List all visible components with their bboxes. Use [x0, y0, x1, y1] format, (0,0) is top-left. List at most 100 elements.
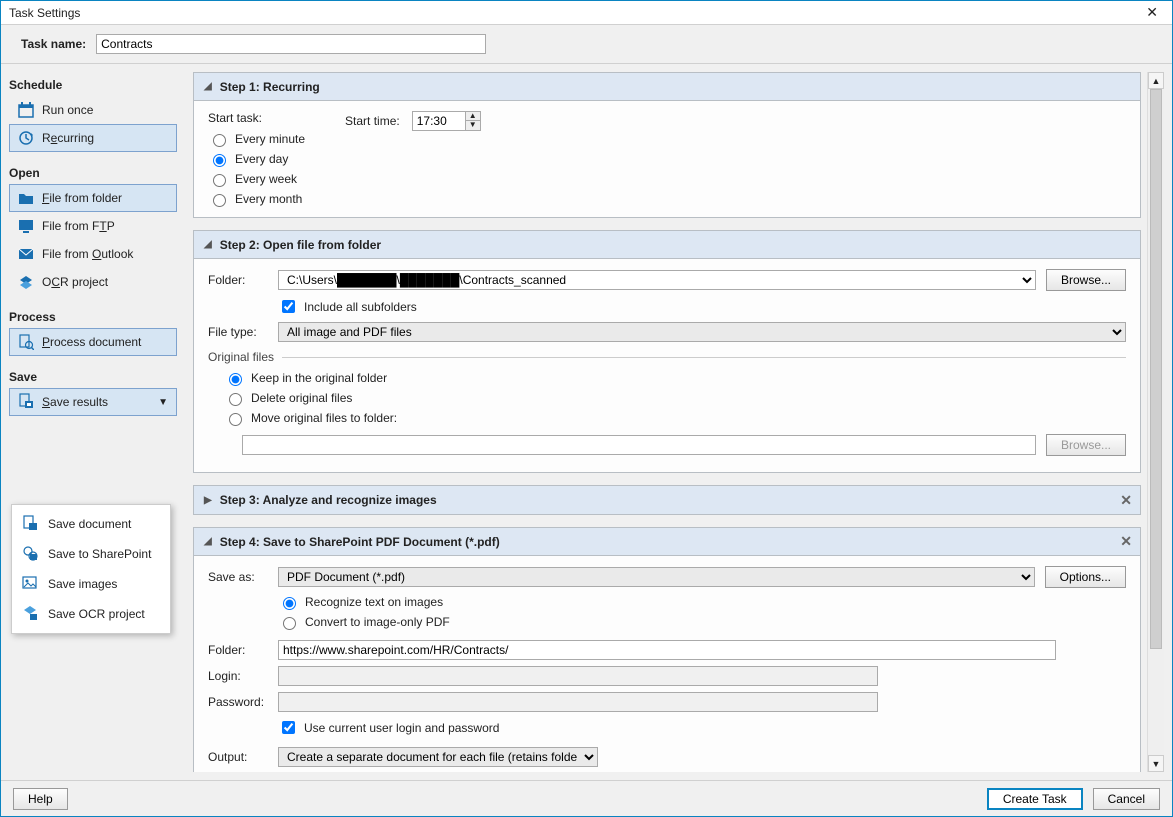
save-document-icon	[22, 515, 38, 534]
mail-icon	[18, 246, 34, 262]
sidebar-item-label: Run once	[42, 103, 93, 117]
sharepoint-folder-input[interactable]	[278, 640, 1056, 660]
menu-item-save-document[interactable]: Save document	[12, 509, 170, 539]
radio-every-month[interactable]: Every month	[208, 191, 305, 207]
save-as-label: Save as:	[208, 570, 278, 584]
task-name-input[interactable]	[96, 34, 486, 54]
scrollbar-thumb[interactable]	[1150, 89, 1162, 649]
sidebar-item-label: OCR project	[42, 275, 108, 289]
collapse-icon: ◢	[204, 81, 212, 92]
scrollbar-track[interactable]	[1148, 89, 1164, 755]
close-step-icon[interactable]: ✕	[1120, 533, 1132, 550]
sidebar-group-process: Process	[9, 310, 177, 324]
sidebar-item-file-from-outlook[interactable]: File from Outlook	[9, 240, 177, 268]
panel-step4: ◢ Step 4: Save to SharePoint PDF Documen…	[193, 527, 1141, 772]
menu-item-save-sharepoint[interactable]: Save to SharePoint	[12, 539, 170, 569]
menu-item-save-images[interactable]: Save images	[12, 569, 170, 599]
sidebar-item-process-document[interactable]: Process document	[9, 328, 177, 356]
radio-delete-original[interactable]: Delete original files	[224, 390, 1126, 406]
save-icon	[18, 393, 34, 412]
spin-down-icon[interactable]: ▼	[466, 121, 480, 130]
titlebar: Task Settings ✕	[1, 1, 1172, 25]
password-label: Password:	[208, 695, 278, 709]
login-label: Login:	[208, 669, 278, 683]
browse-move-button: Browse...	[1046, 434, 1126, 456]
task-name-row: Task name:	[1, 25, 1172, 63]
browse-button[interactable]: Browse...	[1046, 269, 1126, 291]
sidebar-item-run-once[interactable]: Run once	[9, 96, 177, 124]
radio-image-only[interactable]: Convert to image-only PDF	[278, 614, 1126, 630]
menu-item-label: Save to SharePoint	[48, 547, 151, 561]
use-current-user-checkbox[interactable]: Use current user login and password	[278, 718, 499, 737]
layers-icon	[18, 274, 34, 290]
process-icon	[18, 334, 34, 350]
move-folder-input	[242, 435, 1036, 455]
scroll-down-icon[interactable]: ▼	[1148, 755, 1164, 772]
menu-item-label: Save OCR project	[48, 607, 145, 621]
close-step-icon[interactable]: ✕	[1120, 492, 1132, 509]
panel-step2: ◢ Step 2: Open file from folder Folder: …	[193, 230, 1141, 473]
sidebar-group-schedule: Schedule	[9, 78, 177, 92]
options-button[interactable]: Options...	[1045, 566, 1126, 588]
help-button[interactable]: Help	[13, 788, 68, 810]
sidebar-item-label: File from folder	[42, 191, 122, 205]
panel-title: Step 4: Save to SharePoint PDF Document …	[220, 535, 500, 549]
sidebar-item-label: Recurring	[42, 131, 94, 145]
start-time-input[interactable]	[412, 111, 466, 131]
collapse-icon: ◢	[204, 239, 212, 250]
sidebar-item-label: File from Outlook	[42, 247, 133, 261]
menu-item-label: Save images	[48, 577, 117, 591]
sidebar-item-label: Process document	[42, 335, 141, 349]
start-time-label: Start time:	[345, 114, 400, 128]
sidebar-item-file-from-ftp[interactable]: File from FTP	[9, 212, 177, 240]
panel-step3: ▶ Step 3: Analyze and recognize images ✕	[193, 485, 1141, 515]
close-icon[interactable]: ✕	[1140, 4, 1164, 21]
include-subfolders-checkbox[interactable]: Include all subfolders	[278, 297, 417, 316]
save-results-menu: Save document Save to SharePoint Save im…	[11, 504, 171, 634]
folder-icon	[18, 190, 34, 206]
cancel-button[interactable]: Cancel	[1093, 788, 1160, 810]
panel-header-step3[interactable]: ▶ Step 3: Analyze and recognize images ✕	[194, 486, 1140, 514]
image-icon	[22, 575, 38, 594]
sidebar-item-label: Save results	[42, 395, 108, 409]
sharepoint-icon	[22, 545, 38, 564]
menu-item-save-ocr-project[interactable]: Save OCR project	[12, 599, 170, 629]
radio-every-minute[interactable]: Every minute	[208, 131, 305, 147]
save-as-select[interactable]: PDF Document (*.pdf)	[278, 567, 1035, 587]
sidebar-item-recurring[interactable]: Recurring	[9, 124, 177, 152]
recurring-icon	[18, 130, 34, 146]
file-type-select[interactable]: All image and PDF files	[278, 322, 1126, 342]
sidebar-item-label: File from FTP	[42, 219, 115, 233]
chevron-down-icon: ▼	[158, 397, 168, 408]
radio-move-original[interactable]: Move original files to folder:	[224, 410, 1126, 426]
layers-save-icon	[22, 605, 38, 624]
sidebar: Schedule Run once Recurring Open File fr…	[1, 64, 185, 780]
monitor-icon	[18, 218, 34, 234]
radio-every-day[interactable]: Every day	[208, 151, 305, 167]
sp-folder-label: Folder:	[208, 643, 278, 657]
panel-header-step1[interactable]: ◢ Step 1: Recurring	[194, 73, 1140, 101]
panel-title: Step 2: Open file from folder	[220, 238, 381, 252]
sidebar-item-file-from-folder[interactable]: File from folder	[9, 184, 177, 212]
folder-combo[interactable]: C:\Users\███████\███████\Contracts_scann…	[278, 270, 1036, 290]
original-files-label: Original files	[208, 350, 1126, 364]
panel-title: Step 3: Analyze and recognize images	[220, 493, 437, 507]
sidebar-item-ocr-project[interactable]: OCR project	[9, 268, 177, 296]
sidebar-group-open: Open	[9, 166, 177, 180]
sidebar-group-save: Save	[9, 370, 177, 384]
scroll-up-icon[interactable]: ▲	[1148, 72, 1164, 89]
output-select[interactable]: Create a separate document for each file…	[278, 747, 598, 767]
file-type-label: File type:	[208, 325, 278, 339]
vertical-scrollbar[interactable]: ▲ ▼	[1147, 72, 1164, 772]
spinner-buttons[interactable]: ▲▼	[466, 111, 481, 131]
panel-header-step4[interactable]: ◢ Step 4: Save to SharePoint PDF Documen…	[194, 528, 1140, 556]
radio-keep-original[interactable]: Keep in the original folder	[224, 370, 1126, 386]
expand-icon: ▶	[204, 495, 212, 506]
create-task-button[interactable]: Create Task	[987, 788, 1083, 810]
collapse-icon: ◢	[204, 536, 212, 547]
sidebar-item-save-results[interactable]: Save results ▼	[9, 388, 177, 416]
start-time-spinner[interactable]: ▲▼	[412, 111, 481, 131]
panel-header-step2[interactable]: ◢ Step 2: Open file from folder	[194, 231, 1140, 259]
radio-recognize-text[interactable]: Recognize text on images	[278, 594, 1126, 610]
radio-every-week[interactable]: Every week	[208, 171, 305, 187]
